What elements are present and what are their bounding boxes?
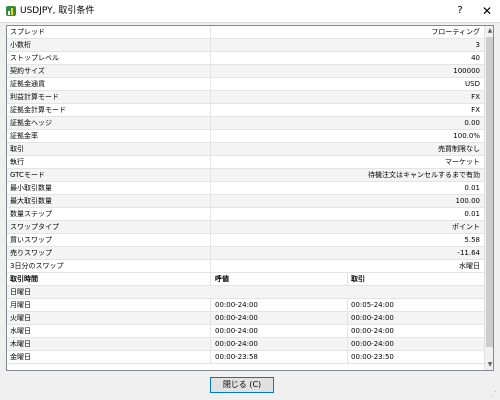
spec-name: 最大取引数量	[10, 197, 52, 205]
window-title: USDJPY, 取引条件	[20, 6, 95, 16]
help-button[interactable]: ?	[447, 2, 473, 20]
spec-row-min-volume[interactable]: 最小取引数量 0.01	[7, 182, 484, 195]
spec-value: 100.00	[455, 197, 481, 205]
spec-row-triple-swap-day[interactable]: 3日分のスワップ 水曜日	[7, 260, 484, 273]
spec-value: FX	[471, 106, 480, 114]
spec-value: 5.58	[464, 236, 480, 244]
spec-value: マーケット	[445, 158, 480, 166]
spec-name: スプレッド	[10, 28, 45, 36]
spec-name: 最小取引数量	[10, 184, 52, 192]
spec-value: 100.0%	[453, 132, 480, 140]
spec-value: 100000	[453, 67, 480, 75]
spec-row-swap-short[interactable]: 売りスワップ -11.64	[7, 247, 484, 260]
scroll-up-arrow-icon[interactable]: ▲	[485, 26, 493, 36]
session-day: 木曜日	[10, 340, 31, 348]
spec-row-swap-type[interactable]: スワップタイプ ポイント	[7, 221, 484, 234]
spec-row-stops-level[interactable]: ストップレベル 40	[7, 52, 484, 65]
spec-row-digits[interactable]: 小数桁 3	[7, 39, 484, 52]
spec-value: 40	[471, 54, 480, 62]
spec-name: 小数桁	[10, 41, 31, 49]
spec-row-margin-rate[interactable]: 証拠金率 100.0%	[7, 130, 484, 143]
spec-row-trade[interactable]: 取引 売買制限なし	[7, 143, 484, 156]
close-window-button[interactable]: ✕	[474, 2, 500, 20]
title-bar: USDJPY, 取引条件 ? ✕	[0, 0, 500, 23]
session-quote: 00:00-24:00	[215, 340, 258, 348]
spec-row-execution[interactable]: 執行 マーケット	[7, 156, 484, 169]
spec-value: ポイント	[452, 223, 480, 231]
session-trade: 00:00-24:00	[351, 327, 394, 335]
spec-name: ストップレベル	[10, 54, 59, 62]
spec-value: 3	[475, 41, 480, 49]
app-icon	[6, 6, 16, 16]
session-row-sunday[interactable]: 日曜日	[7, 286, 484, 299]
spec-value: 待機注文はキャンセルするまで有効	[368, 171, 480, 179]
session-day: 火曜日	[10, 314, 31, 322]
spec-row-margin-mode[interactable]: 証拠金計算モード FX	[7, 104, 484, 117]
spec-name: GTCモード	[10, 171, 45, 179]
spec-name: 契約サイズ	[10, 67, 45, 75]
spec-value: 0.01	[464, 184, 480, 192]
spec-row-max-volume[interactable]: 最大取引数量 100.00	[7, 195, 484, 208]
spec-value: -11.64	[457, 249, 480, 257]
session-quote: 00:00-23:58	[215, 353, 258, 361]
session-row-monday[interactable]: 月曜日 00:00-24:00 00:05-24:00	[7, 299, 484, 312]
spec-name: 買いスワップ	[10, 236, 52, 244]
spec-name: 3日分のスワップ	[10, 262, 64, 270]
session-trade: 00:05-24:00	[351, 301, 394, 309]
session-day: 日曜日	[10, 288, 31, 296]
session-day: 月曜日	[10, 301, 31, 309]
session-day: 金曜日	[10, 353, 31, 361]
spec-row-swap-long[interactable]: 買いスワップ 5.58	[7, 234, 484, 247]
session-row-tuesday[interactable]: 火曜日 00:00-24:00 00:00-24:00	[7, 312, 484, 325]
spec-value: USD	[465, 80, 480, 88]
spec-name: 証拠金計算モード	[10, 106, 66, 114]
vertical-scrollbar[interactable]: ▲ ▼	[484, 26, 493, 370]
sessions-header-time: 取引時間	[10, 275, 38, 283]
spec-name: 証拠金通貨	[10, 80, 45, 88]
session-quote: 00:00-24:00	[215, 314, 258, 322]
session-quote: 00:00-24:00	[215, 327, 258, 335]
specification-rows: スプレッド フローティング 小数桁 3 ストップレベル 40 契約サイズ 100000 …	[7, 26, 484, 364]
session-trade: 00:00-24:00	[351, 314, 394, 322]
spec-name: 証拠金ヘッジ	[10, 119, 52, 127]
spec-name: スワップタイプ	[10, 223, 59, 231]
spec-name: 執行	[10, 158, 24, 166]
spec-name: 証拠金率	[10, 132, 38, 140]
spec-row-profit-mode[interactable]: 利益計算モード FX	[7, 91, 484, 104]
spec-value: 売買制限なし	[438, 145, 480, 153]
specification-list: スプレッド フローティング 小数桁 3 ストップレベル 40 契約サイズ 100000 …	[6, 25, 494, 371]
sessions-header-trade: 取引	[351, 275, 365, 283]
spec-name: 数量ステップ	[10, 210, 52, 218]
sessions-header-row: 取引時間 呼値 取引	[7, 273, 484, 286]
spec-value: 0.01	[464, 210, 480, 218]
spec-name: 利益計算モード	[10, 93, 59, 101]
session-trade: 00:00-23:50	[351, 353, 394, 361]
spec-row-margin-currency[interactable]: 証拠金通貨 USD	[7, 78, 484, 91]
spec-row-margin-hedge[interactable]: 証拠金ヘッジ 0.00	[7, 117, 484, 130]
scroll-down-arrow-icon[interactable]: ▼	[485, 360, 493, 370]
resize-grip-icon[interactable]: ⋰	[490, 390, 498, 398]
spec-value: フローティング	[431, 28, 480, 36]
spec-row-gtc-mode[interactable]: GTCモード 待機注文はキャンセルするまで有効	[7, 169, 484, 182]
spec-row-volume-step[interactable]: 数量ステップ 0.01	[7, 208, 484, 221]
spec-value: 水曜日	[459, 262, 480, 270]
spec-value: 0.00	[464, 119, 480, 127]
spec-name: 売りスワップ	[10, 249, 52, 257]
session-row-thursday[interactable]: 木曜日 00:00-24:00 00:00-24:00	[7, 338, 484, 351]
session-row-wednesday[interactable]: 水曜日 00:00-24:00 00:00-24:00	[7, 325, 484, 338]
spec-value: FX	[471, 93, 480, 101]
session-day: 水曜日	[10, 327, 31, 335]
close-button[interactable]: 閉じる (C)	[210, 377, 274, 393]
spec-row-contract-size[interactable]: 契約サイズ 100000	[7, 65, 484, 78]
sessions-header-quote: 呼値	[215, 275, 229, 283]
session-row-friday[interactable]: 金曜日 00:00-23:58 00:00-23:50	[7, 351, 484, 364]
session-quote: 00:00-24:00	[215, 301, 258, 309]
spec-row-spread[interactable]: スプレッド フローティング	[7, 26, 484, 39]
session-trade: 00:00-24:00	[351, 340, 394, 348]
scrollbar-thumb[interactable]	[486, 37, 493, 347]
spec-name: 取引	[10, 145, 24, 153]
